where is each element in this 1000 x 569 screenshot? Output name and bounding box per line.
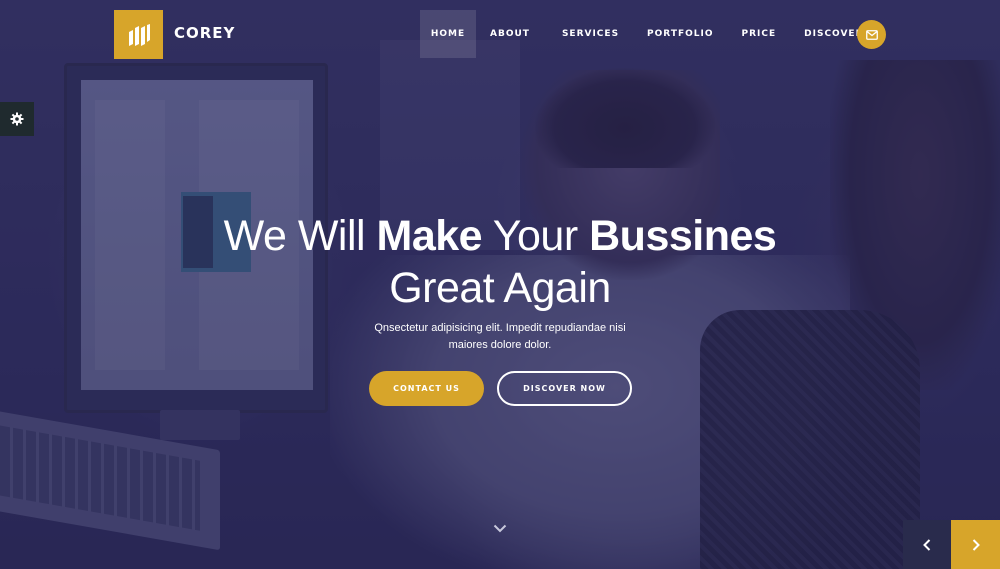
- nav-portfolio[interactable]: PORTFOLIO: [633, 10, 727, 58]
- hero-subtext: Qnsectetur adipisicing elit. Impedit rep…: [350, 320, 650, 354]
- headline-bold1: Make: [376, 212, 483, 260]
- envelope-icon: [865, 29, 878, 40]
- headline-line2: Great Again: [389, 264, 611, 312]
- headline-part2: Your: [492, 212, 578, 260]
- slider-prev-button[interactable]: [903, 520, 951, 569]
- nav-price[interactable]: PRICE: [728, 10, 791, 58]
- nav-about[interactable]: ABOUT: [476, 10, 544, 58]
- scroll-down-button[interactable]: [492, 520, 508, 536]
- logo-mark-icon: [128, 23, 150, 46]
- subtext-line1: Qnsectetur adipisicing elit. Impedit rep…: [374, 322, 626, 334]
- headline-part1: We Will: [223, 212, 366, 260]
- nav-discover-label: DISCOVER: [804, 29, 864, 39]
- chevron-right-icon: [972, 538, 980, 551]
- nav-home[interactable]: HOME: [420, 10, 476, 58]
- gear-icon: [10, 112, 24, 126]
- chevron-down-icon: [493, 524, 507, 532]
- mail-button[interactable]: [857, 20, 886, 49]
- settings-toggle[interactable]: [0, 102, 34, 136]
- logo-icon[interactable]: [114, 10, 163, 59]
- discover-now-button[interactable]: DISCOVER NOW: [497, 371, 632, 406]
- chevron-left-icon: [923, 538, 931, 551]
- brand-name[interactable]: COREY: [174, 24, 235, 42]
- subtext-line2: maiores dolore dolor.: [448, 339, 552, 351]
- main-nav: HOME ABOUT SERVICES PORTFOLIO PRICE DISC…: [420, 10, 887, 58]
- contact-us-button[interactable]: CONTACT US: [369, 371, 484, 406]
- slider-next-button[interactable]: [951, 520, 1000, 569]
- headline-bold2: Bussines: [589, 212, 777, 260]
- hero-headline: We Will Make Your Bussines Great Again: [0, 210, 1000, 314]
- nav-services[interactable]: SERVICES: [548, 10, 633, 58]
